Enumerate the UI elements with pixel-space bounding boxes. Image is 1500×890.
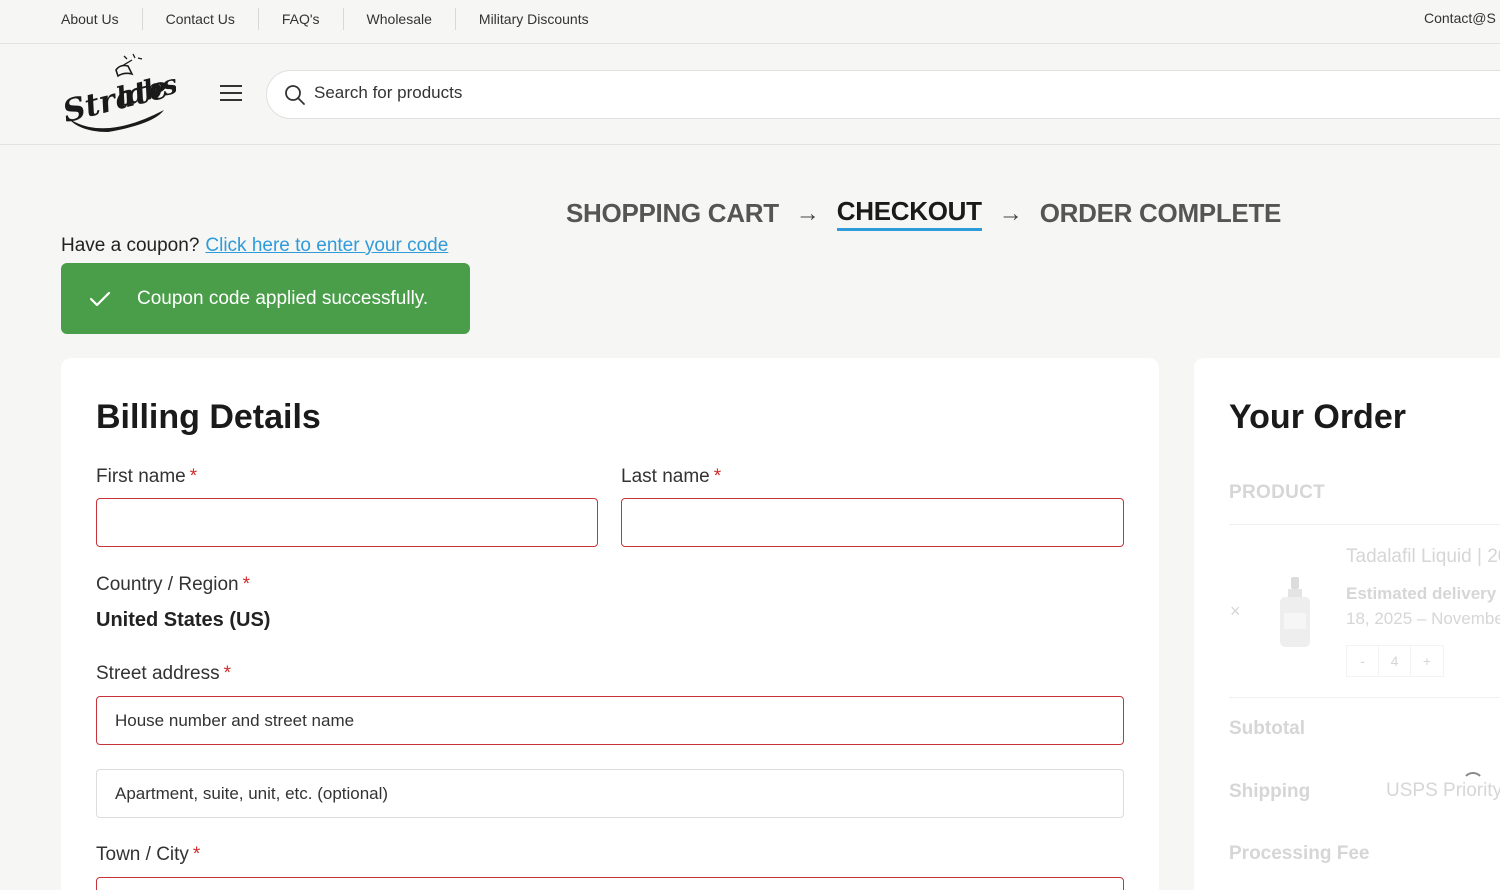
top-contact-email[interactable]: Contact@S — [1424, 10, 1496, 26]
top-nav-wholesale[interactable]: Wholesale — [342, 8, 455, 30]
quantity-value[interactable]: 4 — [1379, 646, 1411, 676]
coupon-prompt: Have a coupon? Click here to enter your c… — [61, 235, 448, 257]
arrow-right-icon: → — [795, 199, 820, 227]
street-address-field-wrapper — [96, 696, 1124, 745]
top-bar: About Us Contact Us FAQ's Wholesale Mili… — [0, 0, 1500, 44]
arrow-right-icon: → — [998, 199, 1023, 227]
site-header: Strate labs — [0, 44, 1500, 145]
coupon-success-notice: Coupon code applied successfully. — [61, 263, 470, 334]
top-nav-military-discounts[interactable]: Military Discounts — [454, 8, 612, 30]
required-mark: * — [223, 663, 231, 684]
shipping-label: Shipping — [1229, 781, 1311, 802]
coupon-success-message: Coupon code applied successfully. — [137, 287, 429, 309]
required-mark: * — [189, 466, 198, 487]
divider — [1229, 524, 1500, 525]
top-nav: About Us Contact Us FAQ's Wholesale Mili… — [61, 0, 612, 38]
required-mark: * — [242, 574, 250, 595]
search-bar[interactable] — [266, 70, 1500, 119]
country-label: Country / Region * — [96, 574, 250, 595]
town-city-label: Town / City * — [96, 844, 201, 865]
first-name-field-wrapper — [96, 498, 598, 547]
processing-fee-label: Processing Fee — [1229, 843, 1370, 864]
street-address-input[interactable] — [97, 697, 1123, 744]
top-nav-about-us[interactable]: About Us — [61, 8, 142, 30]
coupon-enter-code-link[interactable]: Click here to enter your code — [205, 235, 448, 256]
coupon-prompt-text: Have a coupon? — [61, 235, 200, 256]
search-icon — [285, 85, 305, 105]
required-mark: * — [192, 844, 201, 865]
menu-hamburger-icon[interactable] — [220, 85, 242, 103]
divider — [1229, 697, 1500, 698]
quantity-increase-button[interactable]: + — [1411, 646, 1443, 676]
required-mark: * — [713, 466, 722, 487]
last-name-input[interactable] — [622, 499, 1123, 546]
last-name-field-wrapper — [621, 498, 1124, 547]
subtotal-label: Subtotal — [1229, 718, 1305, 739]
checkmark-icon — [89, 291, 111, 306]
town-city-input[interactable] — [97, 878, 1123, 890]
order-title: Your Order — [1229, 398, 1406, 436]
billing-title: Billing Details — [96, 398, 321, 436]
step-shopping-cart[interactable]: SHOPPING CART — [566, 198, 779, 229]
search-input[interactable] — [314, 83, 814, 103]
estimated-delivery-dates: 18, 2025 – November — [1346, 609, 1500, 628]
step-order-complete: ORDER COMPLETE — [1039, 198, 1282, 228]
country-value: United States (US) — [96, 609, 271, 631]
svg-text:labs: labs — [113, 69, 176, 114]
strate-labs-logo[interactable]: Strate labs — [58, 52, 176, 136]
apartment-input[interactable] — [97, 770, 1123, 817]
checkout-steps: SHOPPING CART → CHECKOUT → ORDER COMPLET… — [566, 196, 1281, 231]
loading-spinner-icon — [1462, 772, 1484, 794]
first-name-label: First name * — [96, 466, 198, 487]
product-image — [1280, 577, 1310, 647]
quantity-decrease-button[interactable]: - — [1347, 646, 1379, 676]
town-city-field-wrapper — [96, 877, 1124, 890]
last-name-label: Last name * — [621, 466, 722, 487]
apartment-field-wrapper — [96, 769, 1124, 818]
billing-details-card: Billing Details First name * Last name * C… — [61, 358, 1159, 890]
estimated-delivery-label: Estimated delivery — [1346, 584, 1497, 603]
quantity-stepper: - 4 + — [1346, 645, 1444, 677]
your-order-card: Your Order PRODUCT × Tadalafil Liquid | … — [1194, 358, 1500, 890]
product-column-header: PRODUCT — [1229, 482, 1326, 503]
top-nav-contact-us[interactable]: Contact Us — [141, 8, 258, 30]
product-name[interactable]: Tadalafil Liquid | 20 — [1346, 546, 1500, 568]
first-name-input[interactable] — [97, 499, 597, 546]
street-address-label: Street address * — [96, 663, 231, 684]
top-nav-faqs[interactable]: FAQ's — [257, 8, 343, 30]
remove-item-icon[interactable]: × — [1230, 601, 1241, 622]
step-checkout[interactable]: CHECKOUT — [836, 196, 982, 231]
